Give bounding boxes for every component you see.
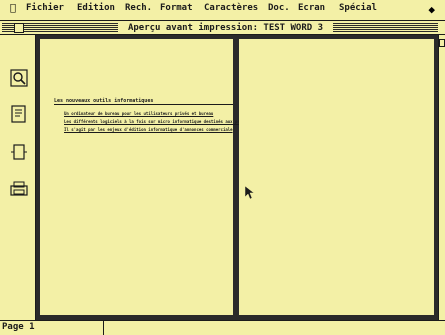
one-page-icon[interactable]: [10, 143, 28, 161]
window-title-bar[interactable]: Aperçu avant impression: TEST WORD 3: [0, 21, 445, 35]
window-title: Aperçu avant impression: TEST WORD 3: [118, 22, 333, 34]
menu-doc[interactable]: Doc.: [268, 3, 290, 13]
preview-tool-palette: [0, 35, 36, 320]
menu-special[interactable]: Spécial: [339, 3, 377, 13]
status-divider: [103, 321, 104, 335]
preview-page-right[interactable]: [239, 39, 434, 315]
print-preview-area: Les nouveaux outils informatiques Un ord…: [36, 35, 438, 320]
document-line: Un ordinateur de bureau pour les utilisa…: [64, 111, 214, 116]
status-bar: Page 1: [0, 320, 445, 335]
menu-fichier[interactable]: Fichier: [26, 3, 64, 13]
margins-icon[interactable]: [10, 105, 28, 123]
magnifier-icon[interactable]: [10, 69, 28, 87]
menu-bar:  Fichier Edition Rech. Format Caractère…: [0, 0, 445, 21]
apple-menu-icon[interactable]: : [10, 3, 16, 14]
menu-caracteres[interactable]: Caractères: [204, 3, 258, 13]
menu-edition[interactable]: Edition: [77, 3, 115, 13]
page-indicator: Page 1: [2, 322, 35, 332]
document-line: Il s'agit par les enjeux d'édition infor…: [64, 127, 233, 132]
menu-ecran[interactable]: Ecran: [298, 3, 325, 13]
print-icon[interactable]: [10, 180, 28, 198]
balloon-help-icon[interactable]: ◆: [428, 3, 435, 16]
menu-rech[interactable]: Rech.: [125, 3, 152, 13]
scroll-up-arrow[interactable]: [439, 39, 445, 47]
heading-rule: [54, 104, 233, 105]
close-box-button[interactable]: [14, 23, 24, 33]
menu-format[interactable]: Format: [160, 3, 193, 13]
mouse-pointer-icon: [244, 185, 255, 200]
document-line: Les différents logiciels à la fois sur m…: [64, 119, 269, 124]
preview-page-left[interactable]: Les nouveaux outils informatiques Un ord…: [40, 39, 269, 315]
vertical-scrollbar[interactable]: [438, 35, 445, 320]
